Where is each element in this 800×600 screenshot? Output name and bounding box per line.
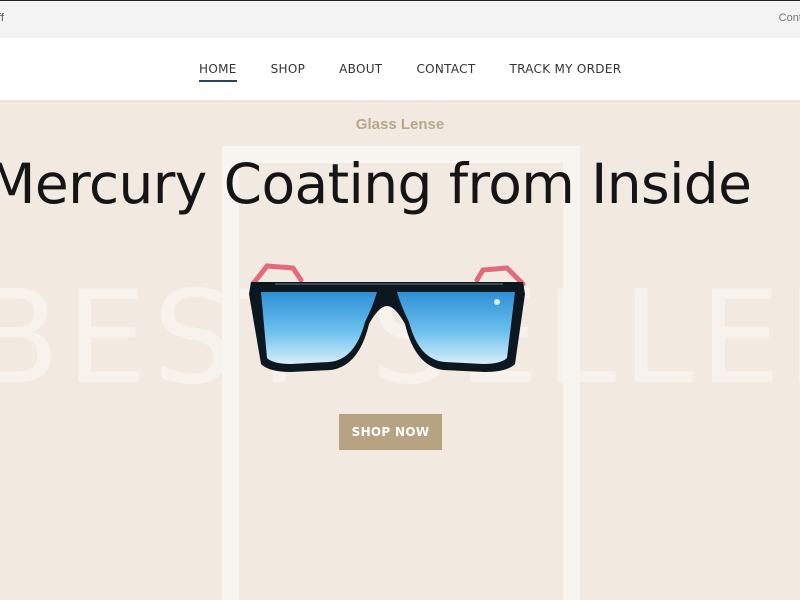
shop-now-button[interactable]: SHOP NOW xyxy=(339,414,442,450)
nav-contact[interactable]: CONTACT xyxy=(416,62,475,76)
nav-about[interactable]: ABOUT xyxy=(339,62,382,76)
hero-headline: Mercury Coating from Inside xyxy=(0,152,752,216)
topbar-left-text: ff xyxy=(0,12,4,24)
nav-home[interactable]: HOME xyxy=(199,62,237,82)
nav-track-order[interactable]: TRACK MY ORDER xyxy=(509,62,621,76)
main-navbar: HOME SHOP ABOUT CONTACT TRACK MY ORDER xyxy=(0,38,800,102)
topbar-contact-link[interactable]: Conta xyxy=(779,12,800,24)
hero-banner: BEST SELLER Glass Lense Mercury Coating … xyxy=(0,104,800,600)
sunglasses-image xyxy=(249,263,526,372)
top-bar: ff Conta xyxy=(0,0,800,38)
hero-subtitle: Glass Lense xyxy=(355,116,445,133)
nav-shop[interactable]: SHOP xyxy=(271,62,306,76)
primary-nav: HOME SHOP ABOUT CONTACT TRACK MY ORDER xyxy=(199,62,655,82)
